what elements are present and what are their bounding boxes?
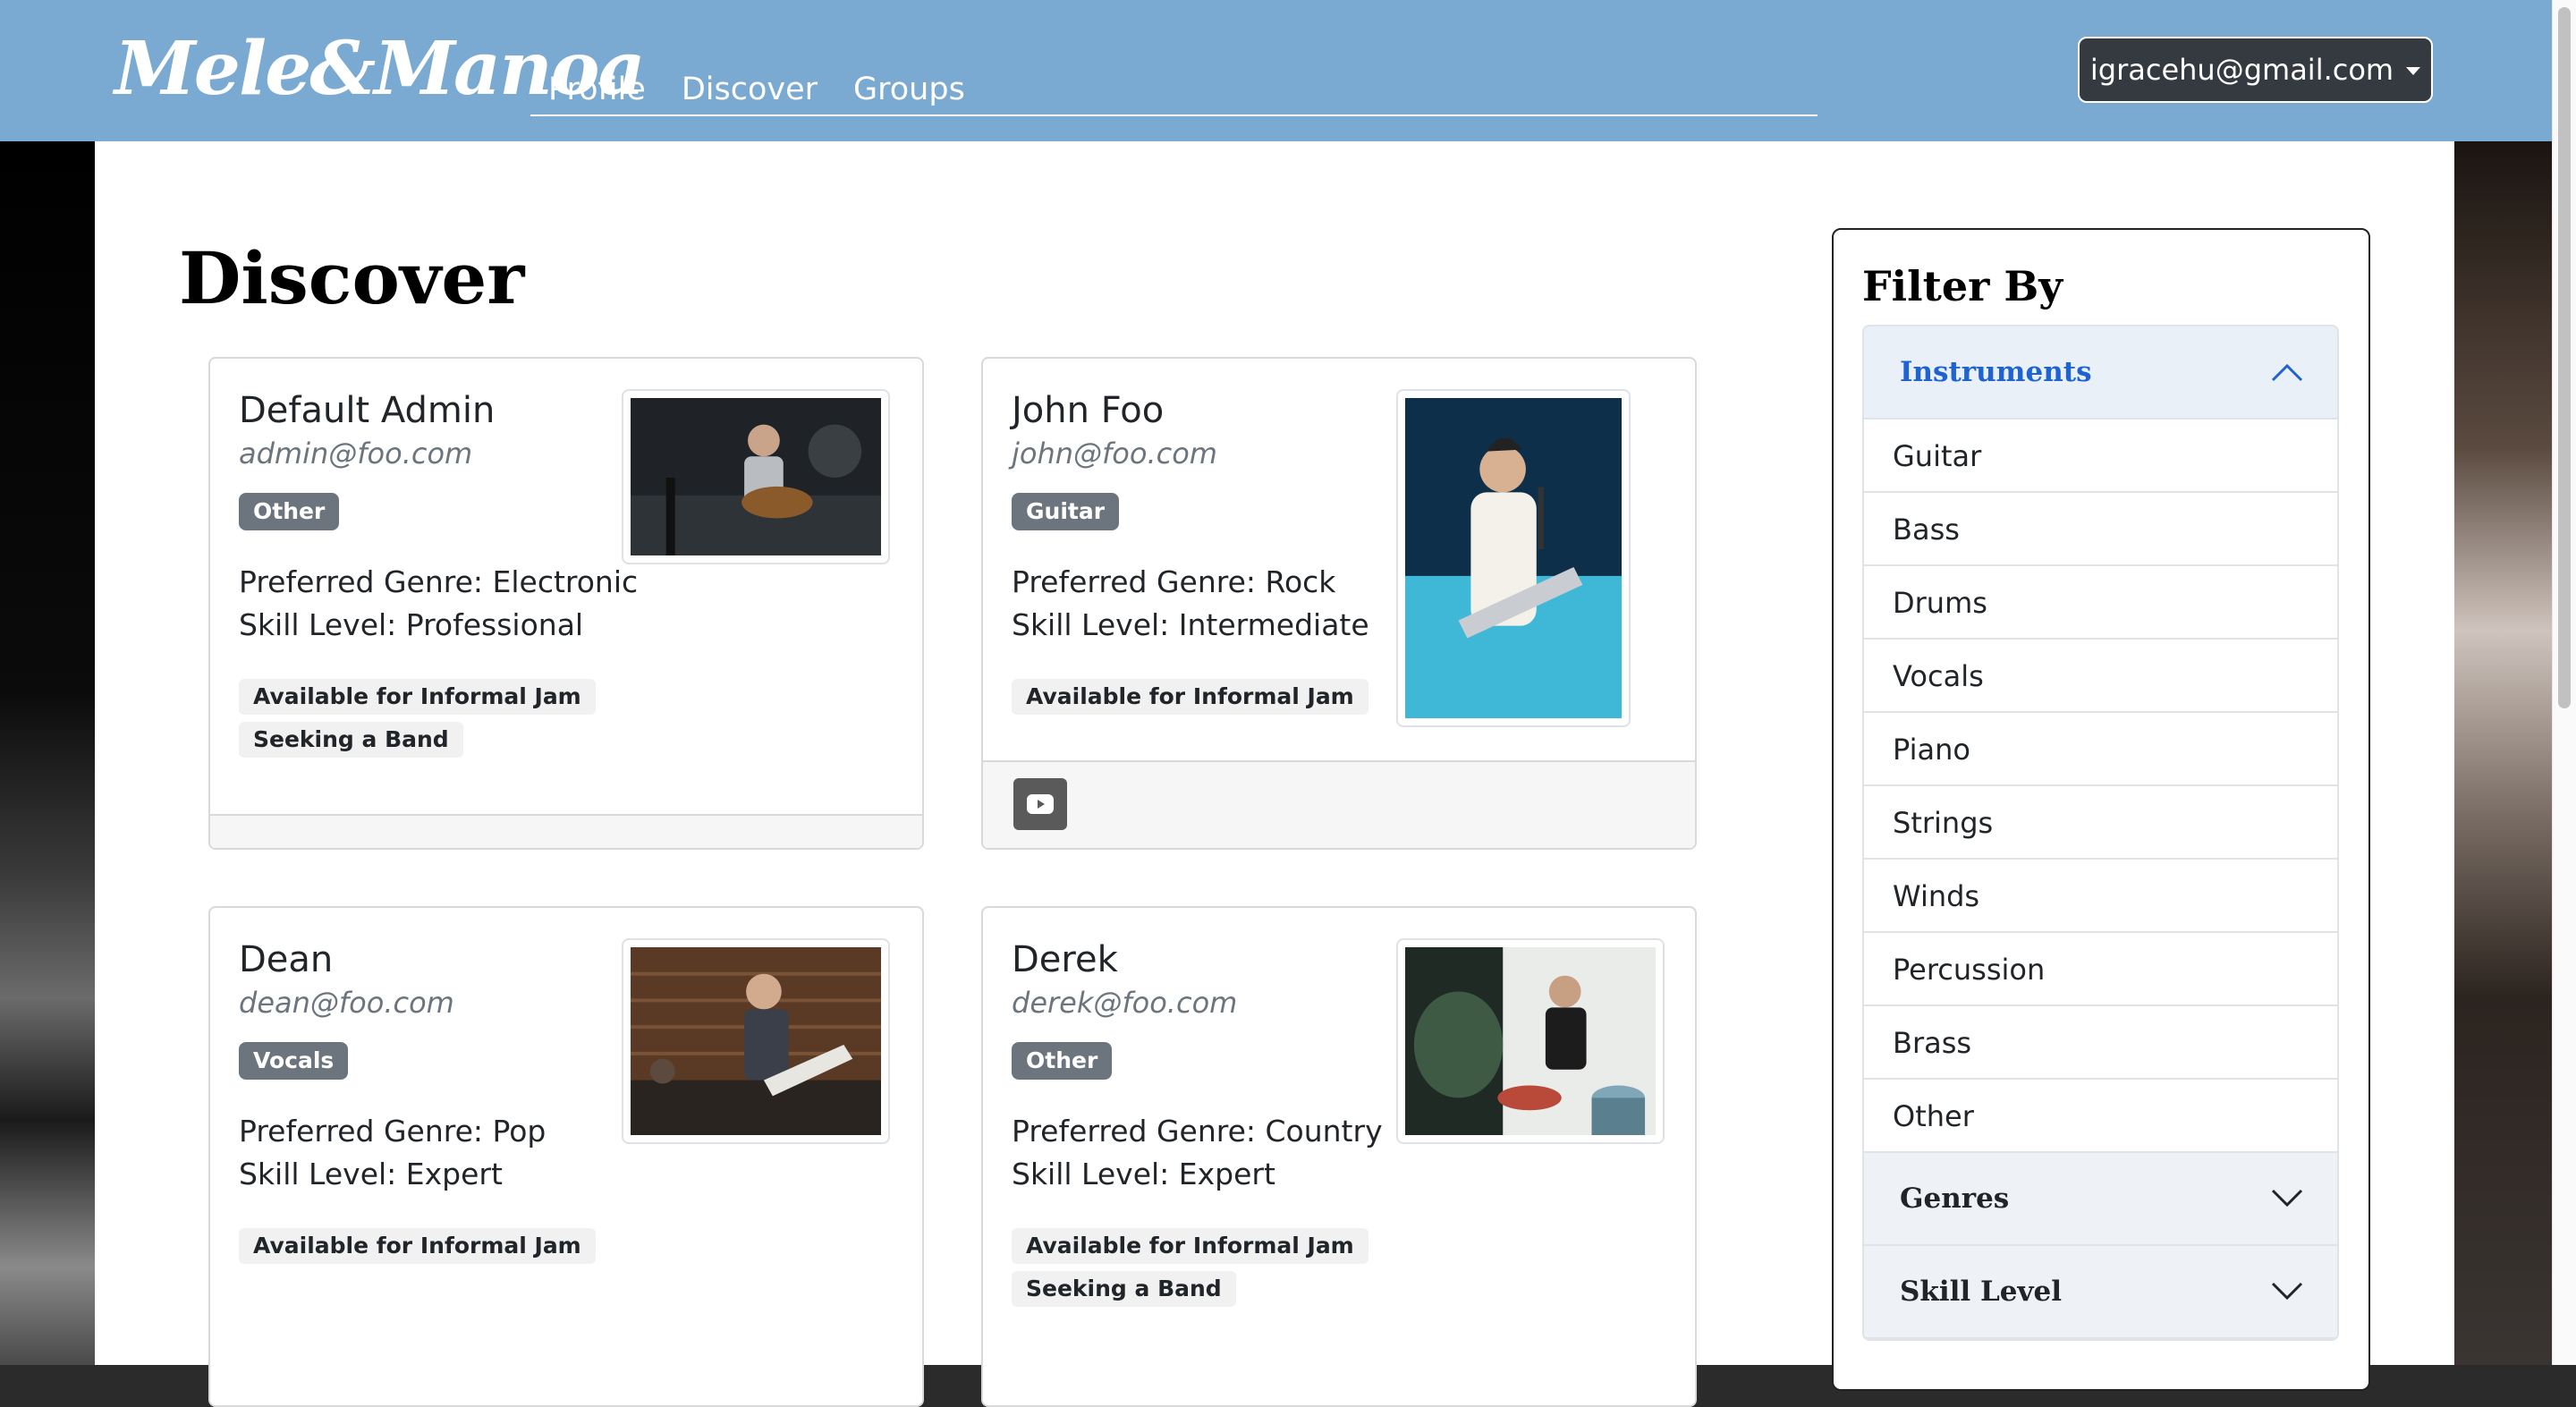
filter-option-vocals[interactable]: Vocals xyxy=(1864,640,2337,713)
card-email: derek@foo.com xyxy=(1012,986,1238,1020)
nav-links: Profile Discover Groups xyxy=(530,64,1818,116)
status-tag: Available for Informal Jam xyxy=(239,1228,596,1264)
user-email: igracehu@gmail.com xyxy=(2089,53,2394,87)
skill-level: Skill Level: Expert xyxy=(239,1157,503,1191)
status-tag: Available for Informal Jam xyxy=(1012,679,1368,715)
youtube-button[interactable] xyxy=(1013,778,1067,830)
status-tag: Seeking a Band xyxy=(1012,1271,1236,1307)
card-email: john@foo.com xyxy=(1012,437,1217,470)
preferred-genre: Preferred Genre: Pop xyxy=(239,1114,547,1148)
preferred-genre: Preferred Genre: Rock xyxy=(1012,564,1336,599)
profile-photo xyxy=(1396,389,1631,727)
background-photo-right xyxy=(2454,141,2552,1365)
profile-photo xyxy=(1396,938,1665,1144)
nav-groups[interactable]: Groups xyxy=(835,64,983,114)
card-email: dean@foo.com xyxy=(239,986,454,1020)
page-title: Discover xyxy=(179,236,525,320)
filter-title: Filter By xyxy=(1862,262,2063,310)
card-email: admin@foo.com xyxy=(239,437,473,470)
accordion-label: Genres xyxy=(1900,1182,2010,1215)
page-scrollbar[interactable] xyxy=(2552,0,2576,1365)
instrument-badge: Other xyxy=(1012,1042,1113,1080)
status-tag: Available for Informal Jam xyxy=(1012,1228,1368,1264)
filter-option-other[interactable]: Other xyxy=(1864,1080,2337,1153)
instrument-badge: Vocals xyxy=(239,1042,349,1080)
card-name: Default Admin xyxy=(239,390,496,431)
card-footer xyxy=(210,814,922,848)
youtube-icon xyxy=(1027,794,1054,814)
instrument-badge: Other xyxy=(239,493,340,530)
user-menu-button[interactable]: igracehu@gmail.com xyxy=(2078,37,2433,103)
filter-option-percussion[interactable]: Percussion xyxy=(1864,933,2337,1006)
preferred-genre: Preferred Genre: Country xyxy=(1012,1114,1383,1148)
card-footer xyxy=(983,760,1695,848)
filter-panel: Filter By Instruments Guitar Bass Drums … xyxy=(1832,228,2370,1391)
filter-option-strings[interactable]: Strings xyxy=(1864,786,2337,860)
chevron-up-icon xyxy=(2271,363,2303,382)
background-photo-left xyxy=(0,141,95,1365)
skill-level: Skill Level: Expert xyxy=(1012,1157,1275,1191)
accordion-label: Skill Level xyxy=(1900,1276,2063,1308)
filter-option-bass[interactable]: Bass xyxy=(1864,493,2337,566)
nav-profile[interactable]: Profile xyxy=(530,64,664,114)
instrument-badge: Guitar xyxy=(1012,493,1120,530)
accordion-instruments[interactable]: Instruments xyxy=(1864,326,2337,420)
profile-card: Derek derek@foo.com Other Preferred Genr… xyxy=(981,906,1697,1407)
nav-discover[interactable]: Discover xyxy=(664,64,835,114)
filter-option-brass[interactable]: Brass xyxy=(1864,1006,2337,1080)
profile-card: John Foo john@foo.com Guitar Preferred G… xyxy=(981,357,1697,850)
accordion-genres[interactable]: Genres xyxy=(1864,1153,2337,1246)
main-content: Discover Default Admin admin@foo.com Oth… xyxy=(95,141,2454,1407)
filter-accordion: Instruments Guitar Bass Drums Vocals Pia… xyxy=(1862,325,2339,1341)
caret-down-icon xyxy=(2406,66,2421,75)
accordion-skill-level[interactable]: Skill Level xyxy=(1864,1246,2337,1339)
profile-photo xyxy=(622,938,890,1144)
skill-level: Skill Level: Intermediate xyxy=(1012,607,1369,642)
scrollbar-thumb[interactable] xyxy=(2558,7,2571,708)
filter-option-piano[interactable]: Piano xyxy=(1864,713,2337,786)
chevron-down-icon xyxy=(2271,1189,2303,1208)
filter-option-drums[interactable]: Drums xyxy=(1864,566,2337,640)
profile-photo xyxy=(622,389,890,564)
profile-card: Default Admin admin@foo.com Other Prefer… xyxy=(208,357,924,850)
accordion-label: Instruments xyxy=(1900,356,2092,388)
status-tag: Seeking a Band xyxy=(239,722,463,758)
card-name: John Foo xyxy=(1012,390,1165,431)
status-tag: Available for Informal Jam xyxy=(239,679,596,715)
filter-option-winds[interactable]: Winds xyxy=(1864,860,2337,933)
filter-option-guitar[interactable]: Guitar xyxy=(1864,420,2337,493)
skill-level: Skill Level: Professional xyxy=(239,607,584,642)
card-name: Dean xyxy=(239,939,334,980)
profile-card: Dean dean@foo.com Vocals Preferred Genre… xyxy=(208,906,924,1407)
top-navbar: Mele&Manoa Profile Discover Groups igrac… xyxy=(0,0,2552,141)
card-name: Derek xyxy=(1012,939,1118,980)
chevron-down-icon xyxy=(2271,1282,2303,1301)
preferred-genre: Preferred Genre: Electronic xyxy=(239,564,639,599)
